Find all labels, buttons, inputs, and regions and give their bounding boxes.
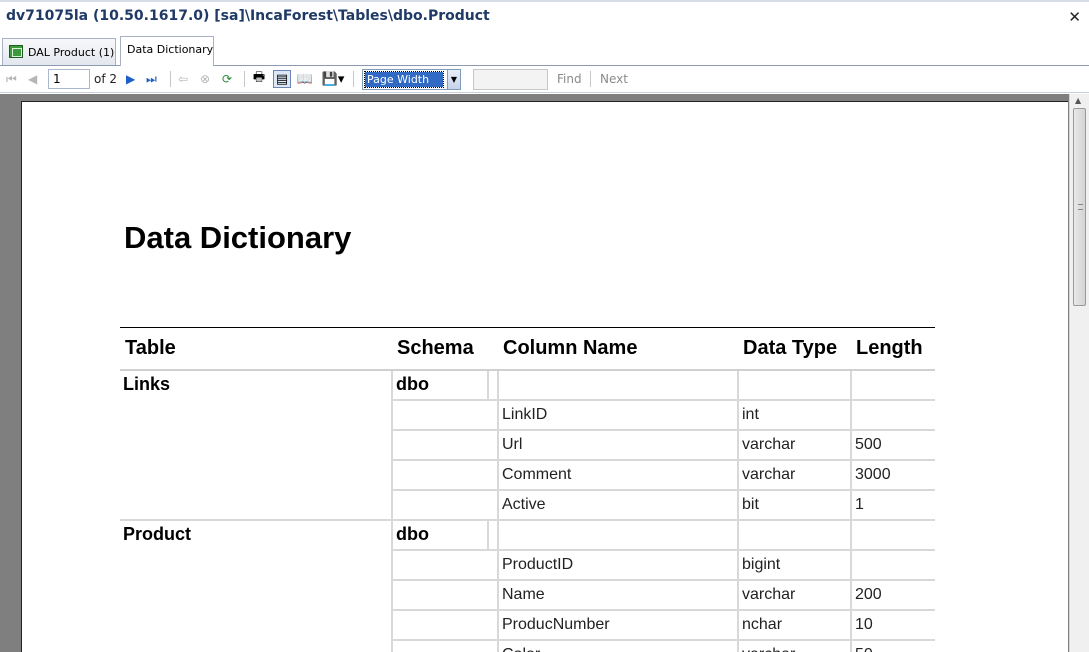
length-cell: 10 — [850, 608, 935, 641]
column-name-cell: Url — [497, 428, 739, 461]
print-icon[interactable]: 🖶 — [250, 70, 268, 88]
column-header: Length — [851, 327, 935, 371]
data-type-cell: int — [737, 398, 852, 431]
table-row: Product dbo — [120, 518, 935, 652]
zoom-value: Page Width — [364, 71, 444, 88]
column-header: Table — [120, 327, 392, 371]
tab-label: Data Dictionary — [127, 43, 214, 56]
window-title: dv71075la (10.50.1617.0) [sa]\IncaForest… — [6, 8, 490, 24]
data-dictionary-table: Table Schema Column Name Data Type Lengt… — [120, 327, 935, 652]
stop-icon[interactable]: ⊗ — [200, 70, 210, 88]
table-name-cell: Links — [120, 368, 393, 520]
find-link[interactable]: Find — [557, 70, 582, 88]
zoom-select[interactable]: Page Width ▼ — [362, 69, 461, 90]
first-page-icon[interactable]: ⏮ — [6, 70, 17, 88]
data-type-cell: nchar — [737, 608, 852, 641]
data-type-cell: varchar — [737, 458, 852, 491]
column-header: Schema — [392, 327, 488, 371]
column-name-cell: ProductID — [497, 548, 739, 581]
tab-data-dictionary[interactable]: Data Dictionary — [120, 36, 214, 67]
next-page-icon[interactable]: ▶ — [126, 70, 135, 88]
export-icon[interactable]: 💾▾ — [320, 70, 346, 88]
chevron-down-icon[interactable]: ▼ — [447, 70, 460, 89]
column-name-cell: ProducNumber — [497, 608, 739, 641]
csharp-file-icon — [9, 45, 23, 58]
page-count: of 2 — [94, 72, 118, 86]
tab-dal-product[interactable]: DAL Product (1) — [2, 38, 116, 65]
report-page: Data Dictionary Table Schema Column Name… — [21, 101, 1068, 652]
table-name-cell: Product — [120, 518, 393, 652]
schema-cell: dbo — [391, 368, 489, 401]
column-name-cell: Active — [497, 488, 739, 521]
report-toolbar: ⏮ ◀ 1 of 2 ▶ ⏭ ⇦ ⊗ ⟳ 🖶 ▤ 📖 💾▾ Page Width… — [0, 66, 1089, 93]
column-name-cell: Comment — [497, 458, 739, 491]
tab-strip: DAL Product (1) Data Dictionary — [0, 33, 1089, 67]
print-layout-icon[interactable]: ▤ — [273, 70, 291, 88]
length-cell — [850, 398, 935, 431]
scroll-thumb[interactable] — [1073, 108, 1086, 306]
column-header: Column Name — [498, 327, 738, 371]
data-type-cell: varchar — [737, 578, 852, 611]
next-link[interactable]: Next — [600, 70, 628, 88]
data-type-cell: bit — [737, 488, 852, 521]
close-icon[interactable]: ✕ — [1068, 8, 1081, 26]
page-number-input[interactable]: 1 — [48, 69, 90, 89]
column-name-cell: LinkID — [497, 398, 739, 431]
data-type-cell: bigint — [737, 548, 852, 581]
column-name-cell: Color — [497, 638, 739, 652]
data-type-cell: varchar — [737, 638, 852, 652]
title-bar: dv71075la (10.50.1617.0) [sa]\IncaForest… — [0, 0, 1089, 33]
length-cell: 500 — [850, 428, 935, 461]
length-cell: 1 — [850, 488, 935, 521]
schema-cell: dbo — [391, 518, 489, 551]
vertical-scrollbar[interactable]: ▲ — [1069, 94, 1089, 652]
back-icon[interactable]: ⇦ — [178, 70, 188, 88]
report-title: Data Dictionary — [124, 220, 352, 255]
last-page-icon[interactable]: ⏭ — [146, 70, 157, 88]
table-row: Links dbo — [120, 368, 935, 520]
prev-page-icon[interactable]: ◀ — [28, 70, 37, 88]
find-input[interactable] — [473, 69, 548, 90]
length-cell: 3000 — [850, 458, 935, 491]
length-cell: 200 — [850, 578, 935, 611]
length-cell — [850, 548, 935, 581]
column-name-cell: Name — [497, 578, 739, 611]
table-header-row: Table Schema Column Name Data Type Lengt… — [120, 327, 935, 371]
tab-label: DAL Product (1) — [28, 46, 115, 59]
length-cell: 50 — [850, 638, 935, 652]
data-type-cell: varchar — [737, 428, 852, 461]
page-setup-icon[interactable]: 📖 — [296, 70, 314, 88]
column-header: Data Type — [738, 327, 851, 371]
refresh-icon[interactable]: ⟳ — [222, 70, 232, 88]
report-window: dv71075la (10.50.1617.0) [sa]\IncaForest… — [0, 0, 1089, 652]
scroll-up-icon[interactable]: ▲ — [1075, 96, 1081, 105]
